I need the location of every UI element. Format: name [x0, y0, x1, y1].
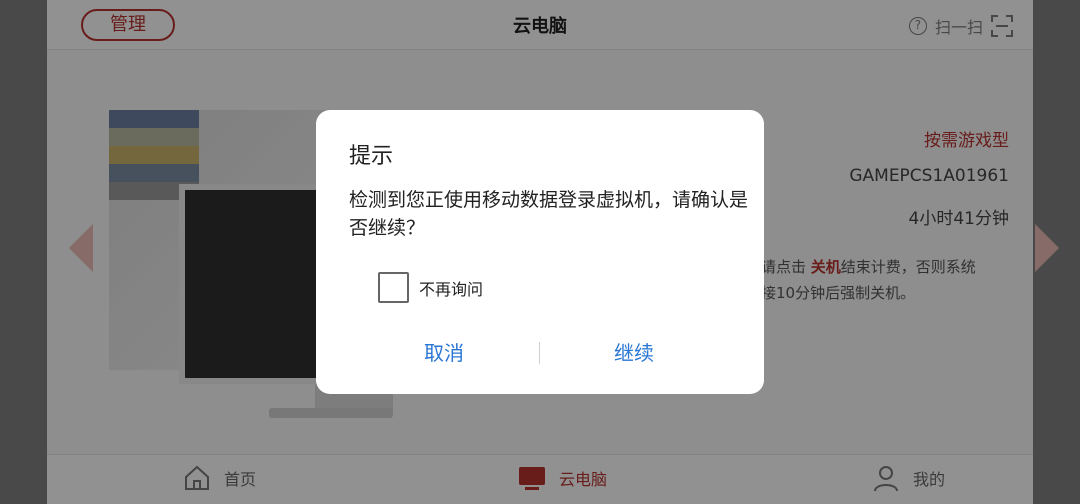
continue-button[interactable]: 继续 [544, 336, 724, 370]
cancel-button[interactable]: 取消 [354, 336, 534, 370]
dialog-message: 检测到您正使用移动数据登录虚拟机，请确认是否继续？ [349, 189, 749, 239]
dont-ask-again-label[interactable]: 不再询问 [419, 276, 483, 300]
dialog-title: 提示 [349, 144, 394, 169]
mobile-data-dialog: 提示 检测到您正使用移动数据登录虚拟机，请确认是否继续？ 不再询问 取消 继续 [316, 110, 764, 394]
dialog-button-row: 取消 继续 [316, 336, 764, 370]
button-divider [539, 342, 540, 364]
dont-ask-again-row[interactable]: 不再询问 [378, 272, 483, 303]
dont-ask-again-checkbox[interactable] [378, 272, 409, 303]
